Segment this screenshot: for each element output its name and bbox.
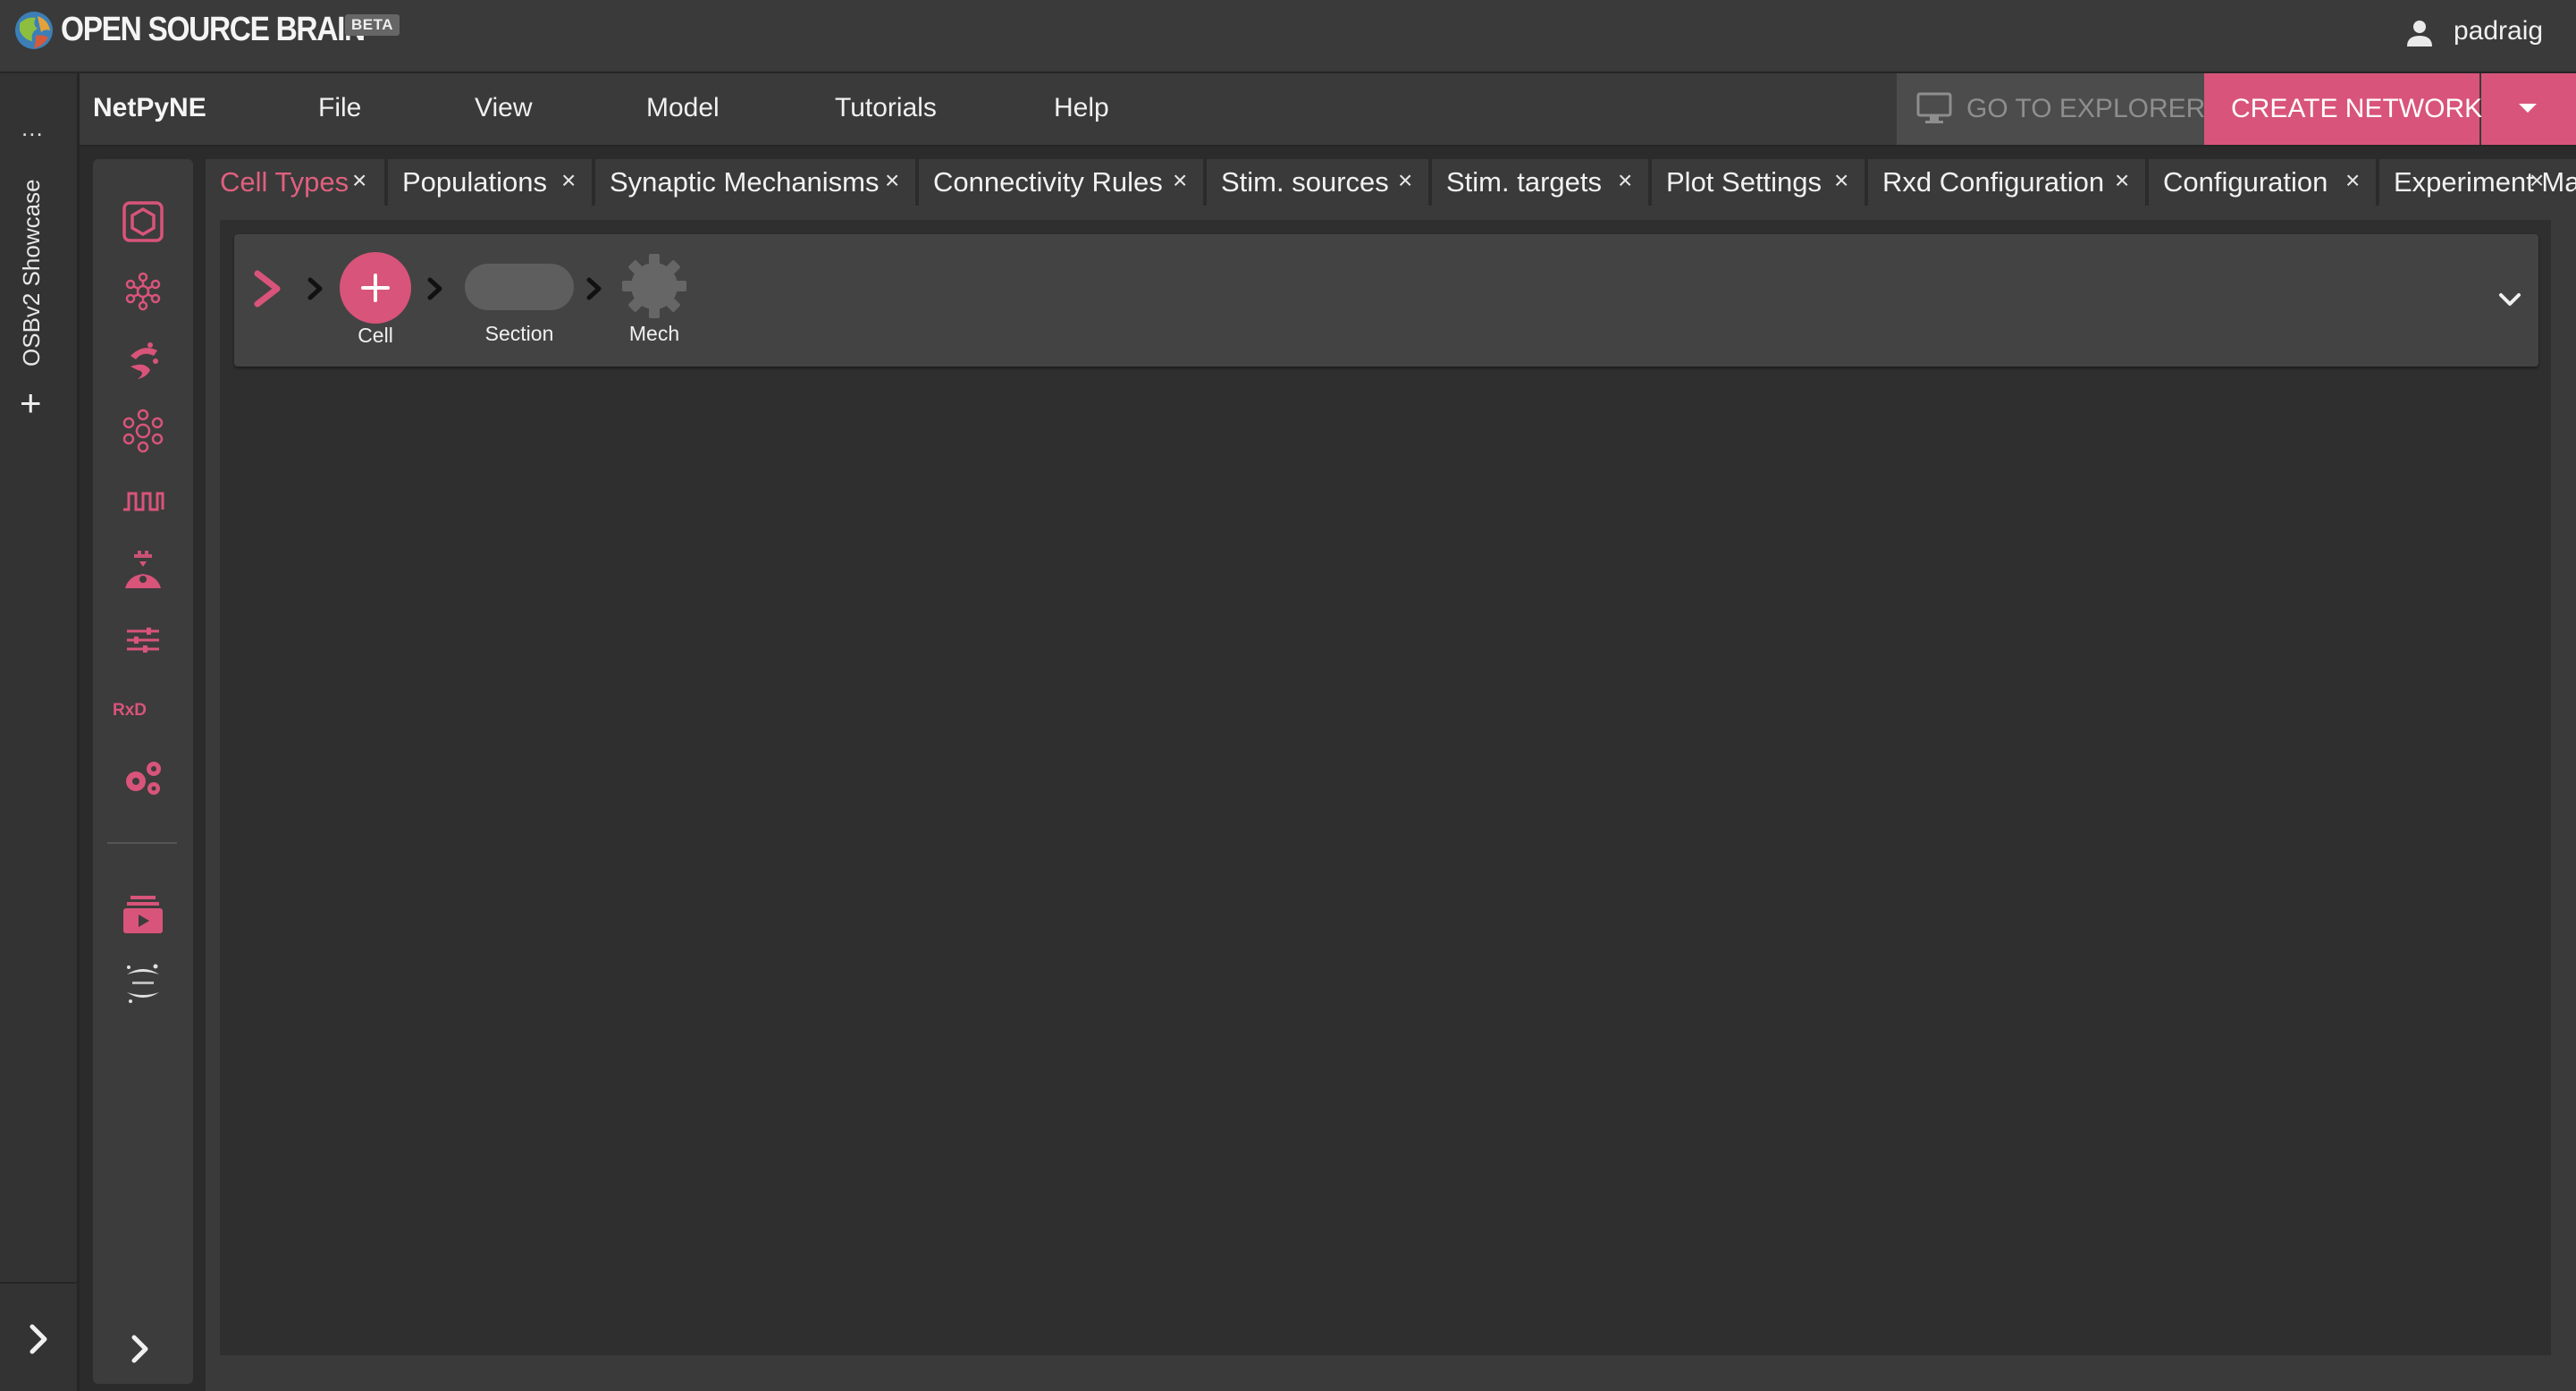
tab-label: Stim. sources [1221,166,1389,198]
stim-targets-icon[interactable] [120,547,166,594]
osb-logo-icon[interactable] [13,9,55,52]
tab-synaptic-mechanisms[interactable]: Synaptic Mechanisms × [595,159,915,206]
caret-down-icon [2519,104,2537,113]
chevron-right-icon [427,277,442,300]
populations-icon[interactable] [120,268,166,315]
tab-label: Experiment Ma [2394,166,2576,198]
tab-cell-types[interactable]: Cell Types × [206,159,384,206]
tab-plot-settings[interactable]: Plot Settings × [1652,159,1865,206]
username-label[interactable]: padraig [2454,16,2543,46]
jupyter-icon[interactable] [120,960,166,1007]
add-workspace-button[interactable]: + [20,384,42,422]
tab-label: Populations [402,166,548,198]
connectivity-rules-icon[interactable] [120,408,166,454]
tab-rxd-configuration[interactable]: Rxd Configuration × [1868,159,2145,206]
configuration-icon[interactable] [120,755,166,801]
tab-populations[interactable]: Populations × [388,159,592,206]
breadcrumb-start-chevron-icon [254,270,281,308]
create-network-label: CREATE NETWORK [2231,94,2483,123]
menu-tutorials[interactable]: Tutorials [835,93,937,123]
menu-help[interactable]: Help [1054,93,1109,123]
user-icon[interactable] [2404,18,2435,48]
monitor-icon [1916,92,1952,123]
tab-connectivity-rules[interactable]: Connectivity Rules × [919,159,1203,206]
tab-label: Stim. targets [1446,166,1602,198]
chevron-right-icon [586,277,602,300]
tab-label: Synaptic Mechanisms [610,166,880,198]
plot-settings-icon[interactable] [120,617,166,663]
expand-toolbar-chevron-icon[interactable] [127,1332,154,1366]
close-icon[interactable]: × [1834,166,1848,195]
create-network-button[interactable]: CREATE NETWORK [2204,73,2483,145]
toolbar-separator [107,842,177,844]
app-name[interactable]: NetPyNE [93,93,206,123]
add-cell-button[interactable] [340,252,411,324]
stim-sources-icon[interactable] [120,477,166,524]
cell-types-icon[interactable] [120,198,166,245]
workspace-menu-button[interactable]: ... [21,114,44,142]
cell-caption: Cell [358,324,393,347]
cell-breadcrumb-bar: Cell Section Mech [234,234,2538,367]
expand-strip-chevron-icon[interactable] [25,1321,54,1357]
netpyne-toolbar: RxD [93,159,193,1384]
go-to-explorer-button[interactable]: GO TO EXPLORER [1897,73,2206,145]
mech-gear-icon[interactable] [619,250,690,322]
tab-label: Cell Types [220,166,349,198]
chevron-down-icon[interactable] [2496,290,2524,311]
rxd-icon[interactable]: RxD [113,701,147,721]
go-to-explorer-label: GO TO EXPLORER [1966,94,2206,123]
menu-view[interactable]: View [475,93,532,123]
create-network-dropdown-button[interactable] [2481,73,2576,145]
menu-file[interactable]: File [318,93,361,123]
synaptic-mechanisms-icon[interactable] [120,338,166,384]
section-caption: Section [484,322,554,345]
osb-top-bar [0,0,2576,73]
close-icon[interactable]: × [1618,166,1632,195]
beta-badge: BETA [345,14,400,36]
close-icon[interactable]: × [2345,166,2360,195]
close-icon[interactable]: × [1398,166,1412,195]
tab-stim-targets[interactable]: Stim. targets × [1432,159,1648,206]
section-button[interactable] [465,264,574,310]
tab-label: Rxd Configuration [1882,166,2105,198]
close-icon[interactable]: × [352,166,366,195]
tab-label: Configuration [2163,166,2328,198]
close-icon[interactable]: × [2530,166,2544,195]
tab-stim-sources[interactable]: Stim. sources × [1207,159,1428,206]
chevron-right-icon [307,277,323,300]
tab-configuration[interactable]: Configuration × [2149,159,2376,206]
menu-model[interactable]: Model [646,93,720,123]
osb-brand[interactable]: OPEN SOURCE BRAIN [61,11,366,49]
tab-label: Connectivity Rules [933,166,1163,198]
close-icon[interactable]: × [561,166,576,195]
close-icon[interactable]: × [885,166,899,195]
tab-strip: Cell Types × Populations × Synaptic Mech… [206,159,2576,206]
experiments-icon[interactable] [120,890,166,937]
plus-icon [361,274,390,302]
close-icon[interactable]: × [2115,166,2129,195]
close-icon[interactable]: × [1173,166,1187,195]
strip-divider [0,1282,77,1284]
cell-types-workspace [220,220,2551,1355]
tab-experiment-manager[interactable]: Experiment Ma × [2379,159,2576,206]
tab-label: Plot Settings [1666,166,1823,198]
workspace-name[interactable]: OSBv2 Showcase [18,179,46,367]
mech-caption: Mech [628,322,680,345]
